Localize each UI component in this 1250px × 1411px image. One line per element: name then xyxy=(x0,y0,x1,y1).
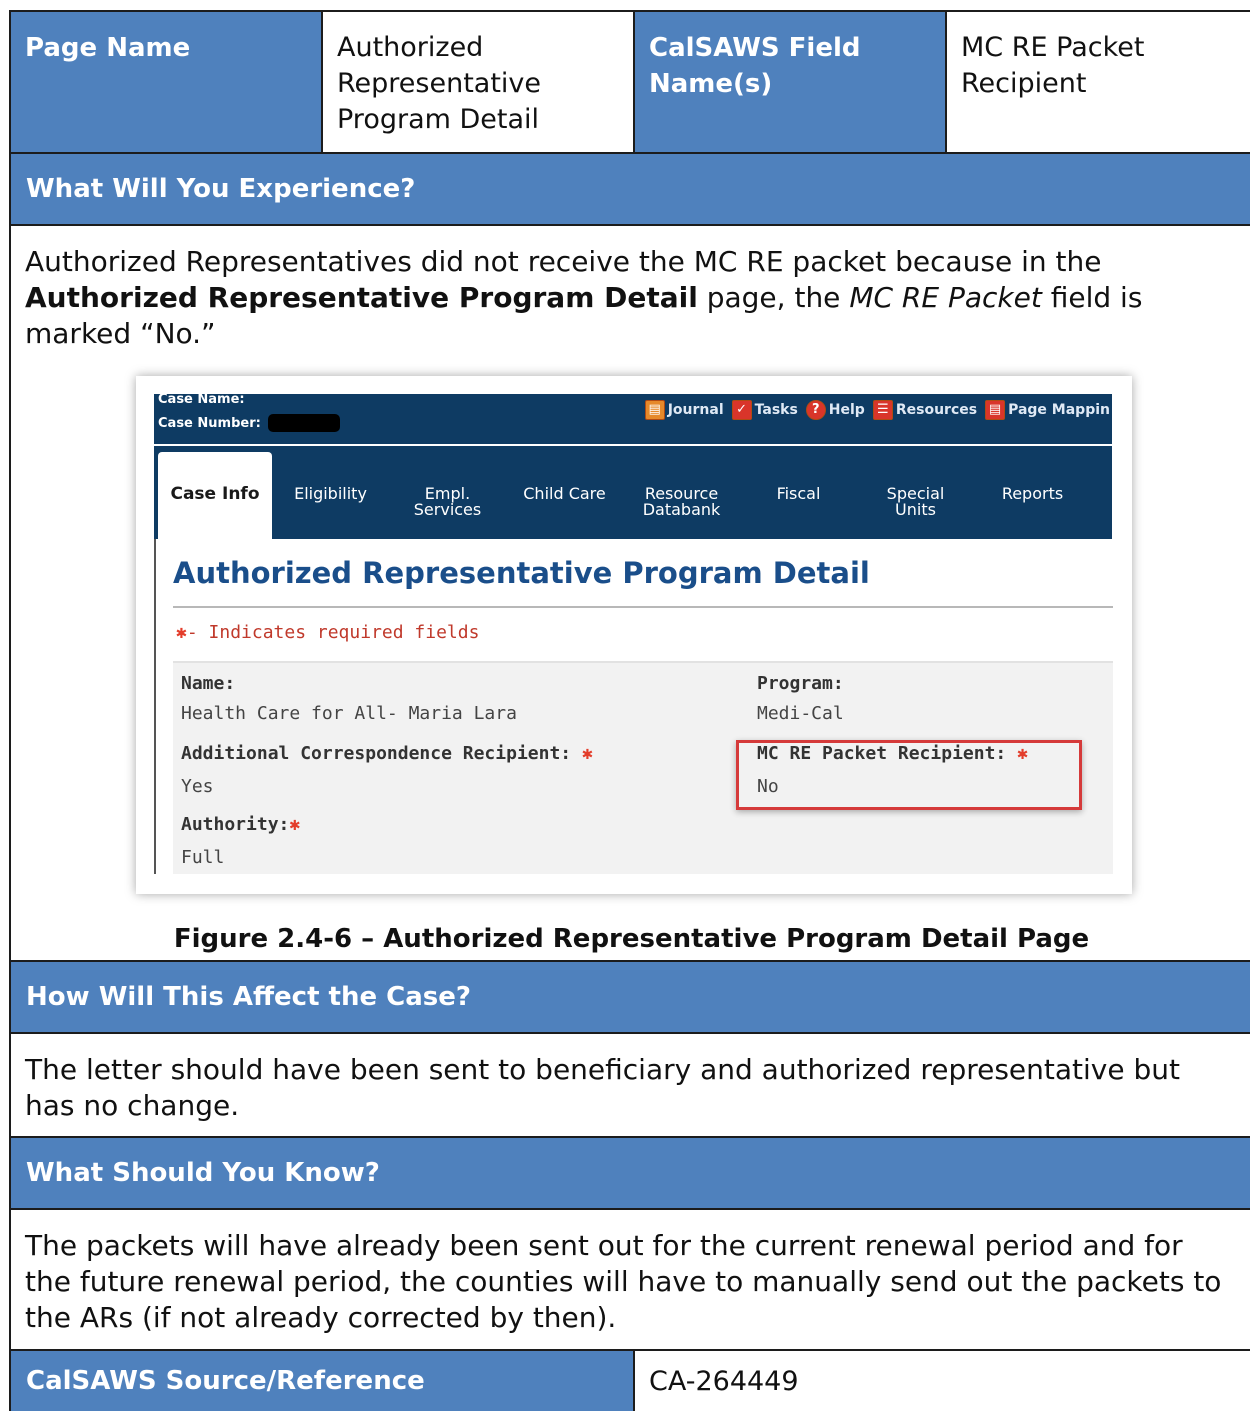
tab-special-units[interactable]: Special Units xyxy=(857,446,974,539)
page-name-value: Authorized Representative Program Detail xyxy=(323,12,635,152)
app-tabs: Case Info Eligibility Empl. Services Chil… xyxy=(154,446,1112,539)
tasks-icon: ✓ xyxy=(731,400,752,420)
name-label: Name: xyxy=(181,673,236,694)
required-star-icon: ✱ xyxy=(289,814,301,835)
release-note-table: Page Name Authorized Representative Prog… xyxy=(9,10,1250,1411)
resources-icon: ☰ xyxy=(872,400,893,420)
page-name-label: Page Name xyxy=(11,12,323,152)
source-value: CA-264449 xyxy=(635,1351,1250,1411)
program-label: Program: xyxy=(757,673,844,694)
tab-eligibility[interactable]: Eligibility xyxy=(272,446,389,539)
source-label: CalSAWS Source/Reference xyxy=(11,1351,635,1411)
tab-reports[interactable]: Reports xyxy=(974,446,1091,539)
know-text: The packets will have already been sent … xyxy=(25,1229,1222,1334)
header-row: Page Name Authorized Representative Prog… xyxy=(9,10,1250,152)
required-star-icon: ✱ xyxy=(1017,743,1028,764)
case-number-label: Case Number: xyxy=(158,416,261,431)
page-mapping-link[interactable]: ▤ Page Mappin xyxy=(985,400,1110,420)
experience-heading: What Will You Experience? xyxy=(11,154,1250,224)
help-icon: ? xyxy=(805,400,826,420)
program-value: Medi-Cal xyxy=(757,703,844,724)
affect-text: The letter should have been sent to bene… xyxy=(25,1053,1180,1122)
authority-value: Full xyxy=(181,847,225,868)
name-value: Health Care for All- Maria Lara xyxy=(181,703,517,724)
source-row: CalSAWS Source/Reference CA-264449 xyxy=(9,1349,1250,1411)
field-name-value: MC RE Packet Recipient xyxy=(947,12,1250,152)
app-header: Case Name: Case Number: ▤ Journal ✓ Tasks … xyxy=(154,392,1112,444)
authority-label: Authority:✱ xyxy=(181,814,301,835)
tab-case-info[interactable]: Case Info xyxy=(158,452,272,539)
experience-heading-row: What Will You Experience? xyxy=(9,152,1250,224)
mc-re-packet-label: MC RE Packet Recipient: ✱ xyxy=(757,743,1028,764)
resources-link[interactable]: ☰ Resources xyxy=(872,400,977,420)
case-name-label: Case Name: xyxy=(158,392,245,407)
journal-icon: ▤ xyxy=(644,400,665,420)
content-left-border xyxy=(154,539,156,874)
affect-heading: How Will This Affect the Case? xyxy=(11,962,1250,1032)
tab-resource-databank[interactable]: Resource Databank xyxy=(623,446,740,539)
tasks-link[interactable]: ✓ Tasks xyxy=(731,400,798,420)
know-body-row: The packets will have already been sent … xyxy=(9,1208,1250,1349)
page-mapping-icon: ▤ xyxy=(985,400,1006,420)
mc-re-packet-value: No xyxy=(757,776,779,797)
additional-correspondence-label: Additional Correspondence Recipient: ✱ xyxy=(181,743,593,764)
tab-fiscal[interactable]: Fiscal xyxy=(740,446,857,539)
top-links: ▤ Journal ✓ Tasks ? Help ☰ Resources ▤ Page M… xyxy=(644,400,1110,420)
tab-employment-services[interactable]: Empl. Services xyxy=(389,446,506,539)
figure-caption: Figure 2.4-6 – Authorized Representative… xyxy=(173,924,1090,954)
experience-body-row: Authorized Representatives did not recei… xyxy=(9,224,1250,960)
title-divider xyxy=(173,606,1113,608)
know-heading-row: What Should You Know? xyxy=(9,1136,1250,1208)
help-link[interactable]: ? Help xyxy=(805,400,865,420)
redacted-case-number xyxy=(268,414,340,432)
required-star-icon: ✱ xyxy=(581,743,593,764)
detail-panel: Name: Health Care for All- Maria Lara Pr… xyxy=(173,661,1113,874)
journal-link[interactable]: ▤ Journal xyxy=(644,400,724,420)
tab-child-care[interactable]: Child Care xyxy=(506,446,623,539)
additional-correspondence-value: Yes xyxy=(181,776,214,797)
affect-body-row: The letter should have been sent to bene… xyxy=(9,1032,1250,1136)
know-heading: What Should You Know? xyxy=(11,1138,1250,1208)
field-name-label: CalSAWS Field Name(s) xyxy=(635,12,947,152)
required-star-icon: ✱ xyxy=(176,622,187,643)
affect-heading-row: How Will This Affect the Case? xyxy=(9,960,1250,1032)
required-note: ✱- Indicates required fields xyxy=(176,622,480,643)
app-page-title: Authorized Representative Program Detail xyxy=(173,556,870,590)
embedded-screenshot: Case Name: Case Number: ▤ Journal ✓ Tasks … xyxy=(136,376,1132,894)
